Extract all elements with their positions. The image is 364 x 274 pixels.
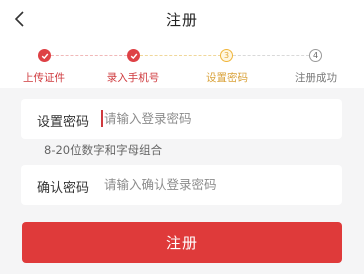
step-3-node: 3: [220, 49, 233, 62]
step-2-node: [127, 49, 140, 62]
step-4-node: 4: [309, 49, 322, 62]
confirm-label: 确认密码: [37, 181, 90, 196]
check-icon: [41, 53, 48, 59]
step-1-label: 上传证件: [23, 72, 65, 84]
check-icon: [130, 53, 137, 59]
text-caret: [101, 110, 103, 127]
header-bar: 注册: [0, 0, 364, 40]
confirm-password-input[interactable]: [104, 177, 324, 192]
step-connector: [233, 55, 309, 56]
progress-steps: 3 4 上传证件 录入手机号 设置密码 注册成功: [0, 40, 364, 88]
password-hint: 8-20位数字和字母组合: [44, 143, 163, 157]
step-4-label: 注册成功: [295, 72, 337, 84]
register-button[interactable]: 注册: [22, 222, 342, 263]
step-2-label: 录入手机号: [106, 72, 160, 84]
step-1-node: [38, 49, 51, 62]
password-label: 设置密码: [37, 115, 90, 130]
page-title: 注册: [165, 11, 198, 29]
password-row: 设置密码: [21, 99, 342, 139]
password-input[interactable]: [104, 111, 324, 126]
step-3-label: 设置密码: [206, 72, 248, 84]
step-connector: [51, 55, 127, 56]
step-connector: [140, 55, 221, 56]
confirm-row: 确认密码: [21, 165, 342, 205]
